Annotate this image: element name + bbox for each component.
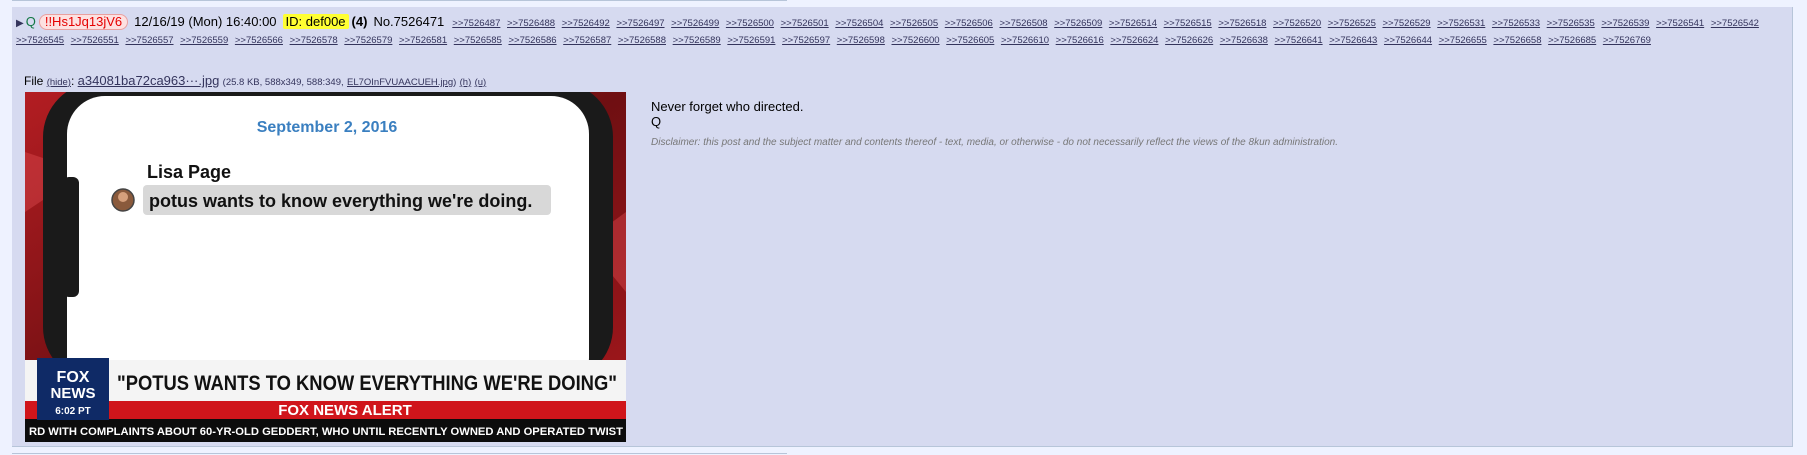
backlink[interactable]: >>7526638 bbox=[1220, 35, 1268, 46]
backlink[interactable]: >>7526492 bbox=[562, 18, 610, 29]
backlink[interactable]: >>7526578 bbox=[290, 35, 338, 46]
backlink[interactable]: >>7526685 bbox=[1548, 35, 1596, 46]
backlink[interactable]: >>7526643 bbox=[1329, 35, 1377, 46]
backlink[interactable]: >>7526769 bbox=[1603, 35, 1651, 46]
poster-id[interactable]: ID: def00e bbox=[282, 14, 349, 29]
backlink[interactable]: >>7526542 bbox=[1711, 18, 1759, 29]
backlink[interactable]: >>7526605 bbox=[946, 35, 994, 46]
backlink[interactable]: >>7526586 bbox=[508, 35, 556, 46]
separator-bottom bbox=[12, 453, 787, 454]
post-datetime: 12/16/19 (Mon) 16:40:00 bbox=[134, 14, 277, 29]
hide-file-link[interactable]: (hide) bbox=[47, 77, 71, 88]
post-intro: ▶ Q !!Hs1Jq13jV6 12/16/19 (Mon) 16:40:00 ID:… bbox=[16, 14, 1786, 48]
message-line-2: Q bbox=[651, 114, 662, 129]
news-ticker: RD WITH COMPLAINTS ABOUT 60-YR-OLD GEDDE… bbox=[29, 426, 623, 438]
image-headline: "POTUS WANTS TO KNOW EVERYTHING WE'RE DO… bbox=[117, 372, 617, 395]
backlink[interactable]: >>7526616 bbox=[1056, 35, 1104, 46]
post-menu-arrow-icon[interactable]: ▶ bbox=[16, 18, 24, 29]
backlink[interactable]: >>7526581 bbox=[399, 35, 447, 46]
backlink[interactable]: >>7526591 bbox=[727, 35, 775, 46]
message-line-1: Never forget who directed. bbox=[651, 99, 804, 114]
backlink[interactable]: >>7526533 bbox=[1492, 18, 1540, 29]
backlinks: >>7526487 >>7526488 >>7526492 >>7526497 … bbox=[16, 14, 1762, 46]
poster-name: Q bbox=[25, 14, 36, 29]
post-number[interactable]: No.7526471 bbox=[373, 14, 444, 29]
backlink[interactable]: >>7526624 bbox=[1110, 35, 1158, 46]
image-message: potus wants to know everything we're doi… bbox=[149, 191, 532, 211]
file-original-name[interactable]: EL7OInFVUAACUEH.jpg bbox=[347, 77, 453, 88]
backlink[interactable]: >>7526515 bbox=[1164, 18, 1212, 29]
backlink[interactable]: >>7526529 bbox=[1383, 18, 1431, 29]
file-meta: (25.8 KB, 588x349, 588:349, bbox=[222, 77, 344, 88]
backlink[interactable]: >>7526505 bbox=[890, 18, 938, 29]
image-sender: Lisa Page bbox=[147, 162, 231, 182]
backlink[interactable]: >>7526566 bbox=[235, 35, 283, 46]
file-name-link[interactable]: a34081ba72ca963···.jpg bbox=[78, 73, 220, 88]
backlink[interactable]: >>7526557 bbox=[125, 35, 173, 46]
backlink[interactable]: >>7526497 bbox=[616, 18, 664, 29]
tripcode: !!Hs1Jq13jV6 bbox=[38, 14, 129, 30]
backlink[interactable]: >>7526600 bbox=[892, 35, 940, 46]
file-h-link[interactable]: (h) bbox=[460, 77, 472, 88]
backlink[interactable]: >>7526509 bbox=[1054, 18, 1102, 29]
post-container: ▶ Q !!Hs1Jq13jV6 12/16/19 (Mon) 16:40:00 ID:… bbox=[12, 7, 1793, 447]
backlink[interactable]: >>7526585 bbox=[454, 35, 502, 46]
file-label: File bbox=[24, 74, 44, 88]
backlink[interactable]: >>7526525 bbox=[1328, 18, 1376, 29]
id-post-count: (4) bbox=[351, 14, 368, 29]
backlink[interactable]: >>7526559 bbox=[180, 35, 228, 46]
backlink[interactable]: >>7526514 bbox=[1109, 18, 1157, 29]
backlink[interactable]: >>7526518 bbox=[1218, 18, 1266, 29]
backlink[interactable]: >>7526587 bbox=[563, 35, 611, 46]
backlink[interactable]: >>7526541 bbox=[1656, 18, 1704, 29]
backlink[interactable]: >>7526504 bbox=[835, 18, 883, 29]
backlink[interactable]: >>7526488 bbox=[507, 18, 555, 29]
backlink[interactable]: >>7526598 bbox=[837, 35, 885, 46]
file-meta-end: ) bbox=[453, 77, 457, 88]
post-body: Never forget who directed. Q Disclaimer:… bbox=[651, 99, 1338, 150]
fox-news-alert: FOX NEWS ALERT bbox=[278, 402, 412, 419]
file-info: File (hide): a34081ba72ca963···.jpg (25.… bbox=[24, 73, 487, 88]
backlink[interactable]: >>7526641 bbox=[1275, 35, 1323, 46]
backlink[interactable]: >>7526499 bbox=[671, 18, 719, 29]
fox-logo-line2: NEWS bbox=[51, 385, 96, 402]
backlink[interactable]: >>7526597 bbox=[782, 35, 830, 46]
backlink[interactable]: >>7526531 bbox=[1437, 18, 1485, 29]
backlink[interactable]: >>7526508 bbox=[999, 18, 1047, 29]
backlink[interactable]: >>7526501 bbox=[781, 18, 829, 29]
image-date: September 2, 2016 bbox=[257, 119, 398, 136]
backlink[interactable]: >>7526658 bbox=[1493, 35, 1541, 46]
backlink[interactable]: >>7526545 bbox=[16, 35, 64, 46]
disclaimer: Disclaimer: this post and the subject ma… bbox=[651, 137, 1338, 148]
backlink[interactable]: >>7526626 bbox=[1165, 35, 1213, 46]
backlink[interactable]: >>7526487 bbox=[452, 18, 500, 29]
backlink[interactable]: >>7526506 bbox=[945, 18, 993, 29]
post-image[interactable]: September 2, 2016 Lisa Page potus wants … bbox=[25, 92, 626, 442]
backlink[interactable]: >>7526520 bbox=[1273, 18, 1321, 29]
backlink[interactable]: >>7526610 bbox=[1001, 35, 1049, 46]
backlink[interactable]: >>7526500 bbox=[726, 18, 774, 29]
backlink[interactable]: >>7526539 bbox=[1601, 18, 1649, 29]
backlink[interactable]: >>7526589 bbox=[673, 35, 721, 46]
broadcast-time: 6:02 PT bbox=[55, 406, 91, 417]
backlink[interactable]: >>7526644 bbox=[1384, 35, 1432, 46]
backlink[interactable]: >>7526579 bbox=[344, 35, 392, 46]
file-u-link[interactable]: (u) bbox=[475, 77, 487, 88]
separator-top bbox=[12, 0, 787, 1]
backlink[interactable]: >>7526588 bbox=[618, 35, 666, 46]
backlink[interactable]: >>7526655 bbox=[1439, 35, 1487, 46]
backlink[interactable]: >>7526535 bbox=[1547, 18, 1595, 29]
fox-logo-line1: FOX bbox=[57, 369, 90, 386]
backlink[interactable]: >>7526551 bbox=[71, 35, 119, 46]
